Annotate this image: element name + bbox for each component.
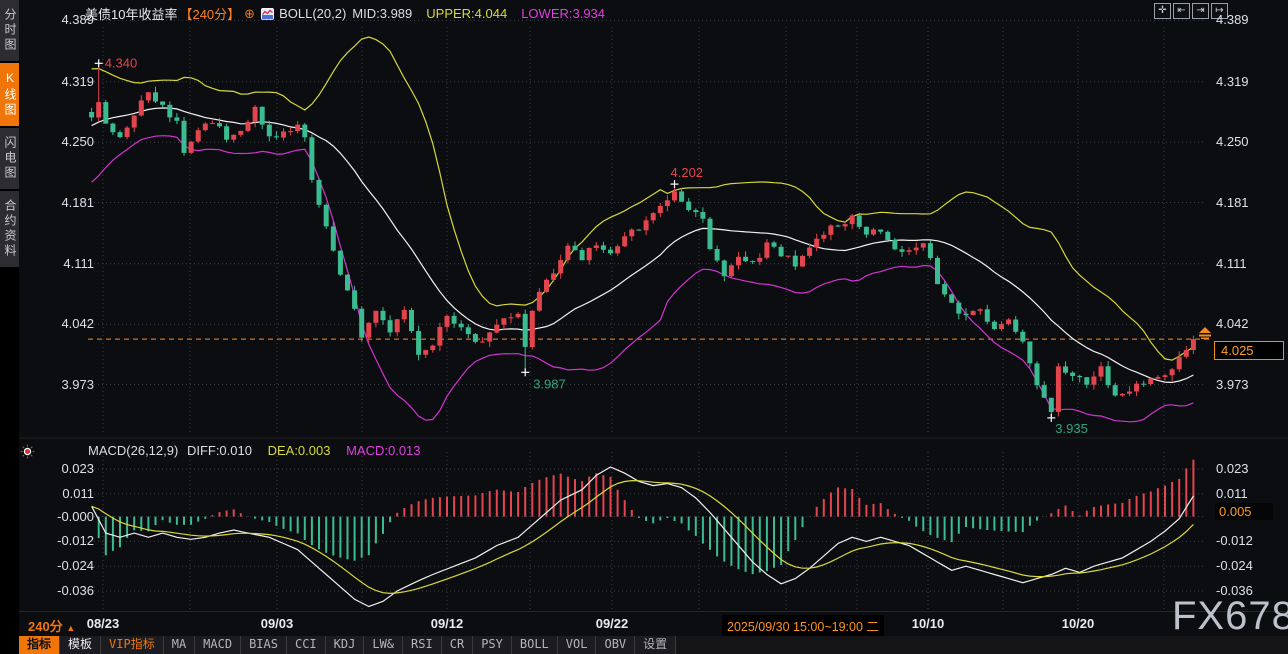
boll-mid-value: MID:3.989	[352, 6, 412, 21]
chart-header: 美债10年收益率 【240分】 ⊕ BOLL(20,2) MID:3.989 U…	[85, 4, 605, 23]
toolbar-vip-indicator-button[interactable]: VIP指标	[101, 636, 164, 654]
macd-value-box: 0.005	[1215, 503, 1273, 520]
crosshair-tool-icon[interactable]: ✛	[1154, 3, 1171, 19]
x-axis-label: 10/10	[912, 616, 945, 631]
x-axis-label: 10/20	[1062, 616, 1095, 631]
price-axis-label-right: 4.389	[1216, 12, 1264, 27]
macd-axis-label-right: -0.036	[1216, 583, 1264, 598]
toolbar-cci-button[interactable]: CCI	[287, 636, 326, 654]
macd-axis-label-left: 0.011	[46, 486, 94, 501]
price-axis-label-left: 4.319	[46, 74, 94, 89]
crosshair-date-tooltip: 2025/09/30 15:00~19:00 二	[722, 615, 884, 636]
price-axis-label-right: 4.319	[1216, 74, 1264, 89]
price-axis-label-left: 3.973	[46, 377, 94, 392]
boll-upper-line	[92, 37, 1194, 360]
sidebar-tab-time-chart[interactable]: 分时图	[0, 0, 19, 61]
toolbar-template-button[interactable]: 模板	[60, 636, 101, 654]
trading-terminal: 4.340 4.202 3.987 3.935 分时图 K线图闪电图合约资料 美债10年…	[0, 0, 1288, 654]
macd-axis-label-left: -0.036	[46, 583, 94, 598]
toolbar-boll-button[interactable]: BOLL	[512, 636, 558, 654]
indicator-toolbar: 指标模板VIP指标MAMACDBIASCCIKDJLW&RSICRPSYBOLL…	[19, 636, 1288, 654]
macd-dea-value: DEA:0.003	[268, 443, 331, 458]
macd-axis-label-right: 0.011	[1216, 486, 1264, 501]
macd-axis-label-right: 0.023	[1216, 461, 1264, 476]
macd-header: MACD(26,12,9) DIFF:0.010 DEA:0.003 MACD:…	[88, 443, 421, 458]
sidebar-tab-kline-chart[interactable]: K线图	[0, 63, 19, 126]
chevron-up-icon: ▲	[66, 623, 75, 633]
toolbar-bias-button[interactable]: BIAS	[241, 636, 287, 654]
toolbar-kdj-button[interactable]: KDJ	[326, 636, 365, 654]
toolbar-macd-button[interactable]: MACD	[195, 636, 241, 654]
macd-diff-value: DIFF:0.010	[187, 443, 252, 458]
svg-text:4.202: 4.202	[671, 165, 704, 180]
macd-axis-label-left: 0.023	[46, 461, 94, 476]
instrument-title: 美债10年收益率	[85, 4, 177, 23]
price-axis-label-left: 4.042	[46, 316, 94, 331]
price-axis-label-left: 4.250	[46, 134, 94, 149]
toolbar-vol-button[interactable]: VOL	[558, 636, 597, 654]
x-axis-label: 09/12	[431, 616, 464, 631]
chart-canvas[interactable]: 4.340 4.202 3.987 3.935	[0, 0, 1288, 654]
boll-params-label: BOLL(20,2)	[279, 6, 346, 21]
price-arrow-icon	[1197, 327, 1213, 340]
price-axis-label-right: 4.181	[1216, 195, 1264, 210]
boll-lower-value: LOWER:3.934	[521, 6, 605, 21]
price-axis-label-left: 4.181	[46, 195, 94, 210]
macd-axis-label-right: -0.012	[1216, 533, 1264, 548]
svg-text:3.987: 3.987	[533, 376, 566, 391]
toolbar-lw-button[interactable]: LW&	[364, 636, 403, 654]
toolbar-indicator-button[interactable]: 指标	[19, 636, 60, 654]
period-settings-icon[interactable]: ⊕	[244, 6, 255, 22]
macd-axis-label-right: -0.024	[1216, 558, 1264, 573]
price-axis-label-right: 4.111	[1216, 256, 1264, 271]
price-axis-label-left: 4.111	[46, 256, 94, 271]
price-axis-label-right: 3.973	[1216, 377, 1264, 392]
svg-text:4.340: 4.340	[105, 55, 138, 70]
toolbar-obv-button[interactable]: OBV	[596, 636, 635, 654]
sidebar: 分时图 K线图闪电图合约资料	[0, 0, 19, 654]
sidebar-tab-contract-info[interactable]: 合约资料	[0, 191, 19, 267]
macd-macd-value: MACD:0.013	[346, 443, 420, 458]
price-axis-label-right: 4.042	[1216, 316, 1264, 331]
macd-axis-label-left: -0.012	[46, 533, 94, 548]
sidebar-tab-flash-chart[interactable]: 闪电图	[0, 128, 19, 189]
toolbar-ma-button[interactable]: MA	[164, 636, 195, 654]
scale-axis-right-icon[interactable]: ⇥	[1192, 3, 1209, 19]
toolbar-rsi-button[interactable]: RSI	[403, 636, 442, 654]
time-axis: 240分 ▲ 2025/09/30 15:00~19:00 二 08/23 09/…	[0, 612, 1288, 636]
scale-axis-left-icon[interactable]: ⇤	[1173, 3, 1190, 19]
toolbar-cr-button[interactable]: CR	[442, 636, 473, 654]
svg-text:3.935: 3.935	[1055, 421, 1088, 436]
price-annotations: 4.340 4.202 3.987 3.935	[95, 55, 1088, 436]
last-price-box: 4.025	[1214, 341, 1284, 360]
macd-dea-line	[92, 481, 1194, 594]
macd-formula-label: MACD(26,12,9)	[88, 443, 178, 458]
x-axis-label: 09/22	[596, 616, 629, 631]
chart-thumbnail-icon[interactable]	[261, 8, 274, 20]
boll-mid-line	[92, 108, 1194, 382]
boll-upper-value: UPPER:4.044	[426, 6, 507, 21]
price-axis-label-right: 4.250	[1216, 134, 1264, 149]
macd-diff-line	[92, 467, 1194, 607]
candles	[89, 63, 1196, 418]
price-axis-label-left: 4.389	[46, 12, 94, 27]
toolbar-psy-button[interactable]: PSY	[473, 636, 512, 654]
period-label[interactable]: 【240分】	[179, 4, 240, 23]
x-axis-label: 09/03	[261, 616, 294, 631]
toolbar-settings-button[interactable]: 设置	[635, 636, 676, 654]
macd-axis-label-left: -0.000	[46, 509, 94, 524]
indicator-settings-icon[interactable]	[20, 444, 35, 464]
period-switcher[interactable]: 240分 ▲	[28, 616, 75, 635]
x-axis-label: 08/23	[87, 616, 120, 631]
macd-axis-label-left: -0.024	[46, 558, 94, 573]
boll-lower-line	[92, 136, 1194, 422]
